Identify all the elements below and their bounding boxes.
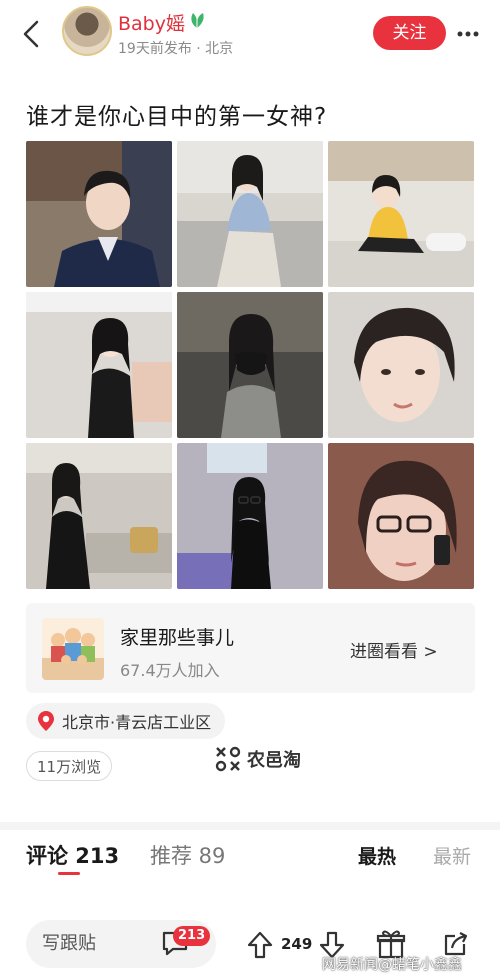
photo-policewoman[interactable]: [26, 141, 172, 287]
photo-yellow-top[interactable]: [328, 141, 474, 287]
post-title: 谁才是你心目中的第一女神?: [26, 104, 328, 130]
view-count: 11万浏览: [26, 751, 113, 781]
more-icon[interactable]: [456, 30, 480, 38]
upvote-count: 249: [281, 935, 313, 953]
username[interactable]: Baby媱: [118, 9, 185, 36]
tab-recommend[interactable]: 推荐 89: [150, 840, 225, 870]
circle-members: 67.4万人加入: [120, 661, 220, 680]
sort-hottest[interactable]: 最热: [358, 842, 396, 869]
follow-button[interactable]: 关注: [373, 16, 446, 50]
comment-tabs: 评论 213 推荐 89 最热 最新: [0, 836, 500, 882]
photo-face-closeup[interactable]: [328, 292, 474, 438]
image-grid: [26, 141, 475, 589]
location-text: 北京市·青云店工业区: [62, 713, 212, 732]
location-pin-icon: [38, 711, 54, 731]
sort-newest[interactable]: 最新: [433, 842, 471, 869]
circle-thumbnail: [42, 618, 104, 680]
footer-watermark: 网易新闻@蜡笔小鑫鑫: [322, 957, 462, 973]
comment-count-badge: 213: [173, 926, 211, 946]
brand-watermark: 农邑淘: [213, 744, 301, 774]
tab-comments[interactable]: 评论 213: [26, 840, 119, 870]
location-tag[interactable]: 北京市·青云店工业区: [26, 703, 226, 739]
photo-phone-call[interactable]: [328, 443, 474, 589]
active-tab-indicator: [58, 872, 80, 875]
brand-watermark-text: 农邑淘: [247, 750, 301, 771]
photo-sofa-blue-sweater[interactable]: [177, 141, 323, 287]
section-divider: [0, 822, 500, 830]
back-arrow-icon[interactable]: [18, 18, 46, 50]
post-header: Baby媱 19天前发布 · 北京 关注: [0, 0, 500, 70]
circle-card[interactable]: 家里那些事儿 67.4万人加入 进圈看看 >: [26, 603, 475, 693]
circle-name: 家里那些事儿: [120, 627, 235, 649]
upvote-icon[interactable]: [246, 930, 274, 960]
photo-black-dress-couch[interactable]: [26, 443, 172, 589]
photo-black-dress-room[interactable]: [26, 292, 172, 438]
brand-logo-icon: [215, 746, 241, 772]
photo-face-mask[interactable]: [177, 292, 323, 438]
post-meta: 19天前发布 · 北京: [118, 41, 234, 57]
avatar[interactable]: [62, 6, 112, 56]
photo-glasses-purple[interactable]: [177, 443, 323, 589]
enter-circle-link[interactable]: 进圈看看 >: [350, 637, 438, 662]
verified-leaf-icon: [191, 13, 204, 28]
